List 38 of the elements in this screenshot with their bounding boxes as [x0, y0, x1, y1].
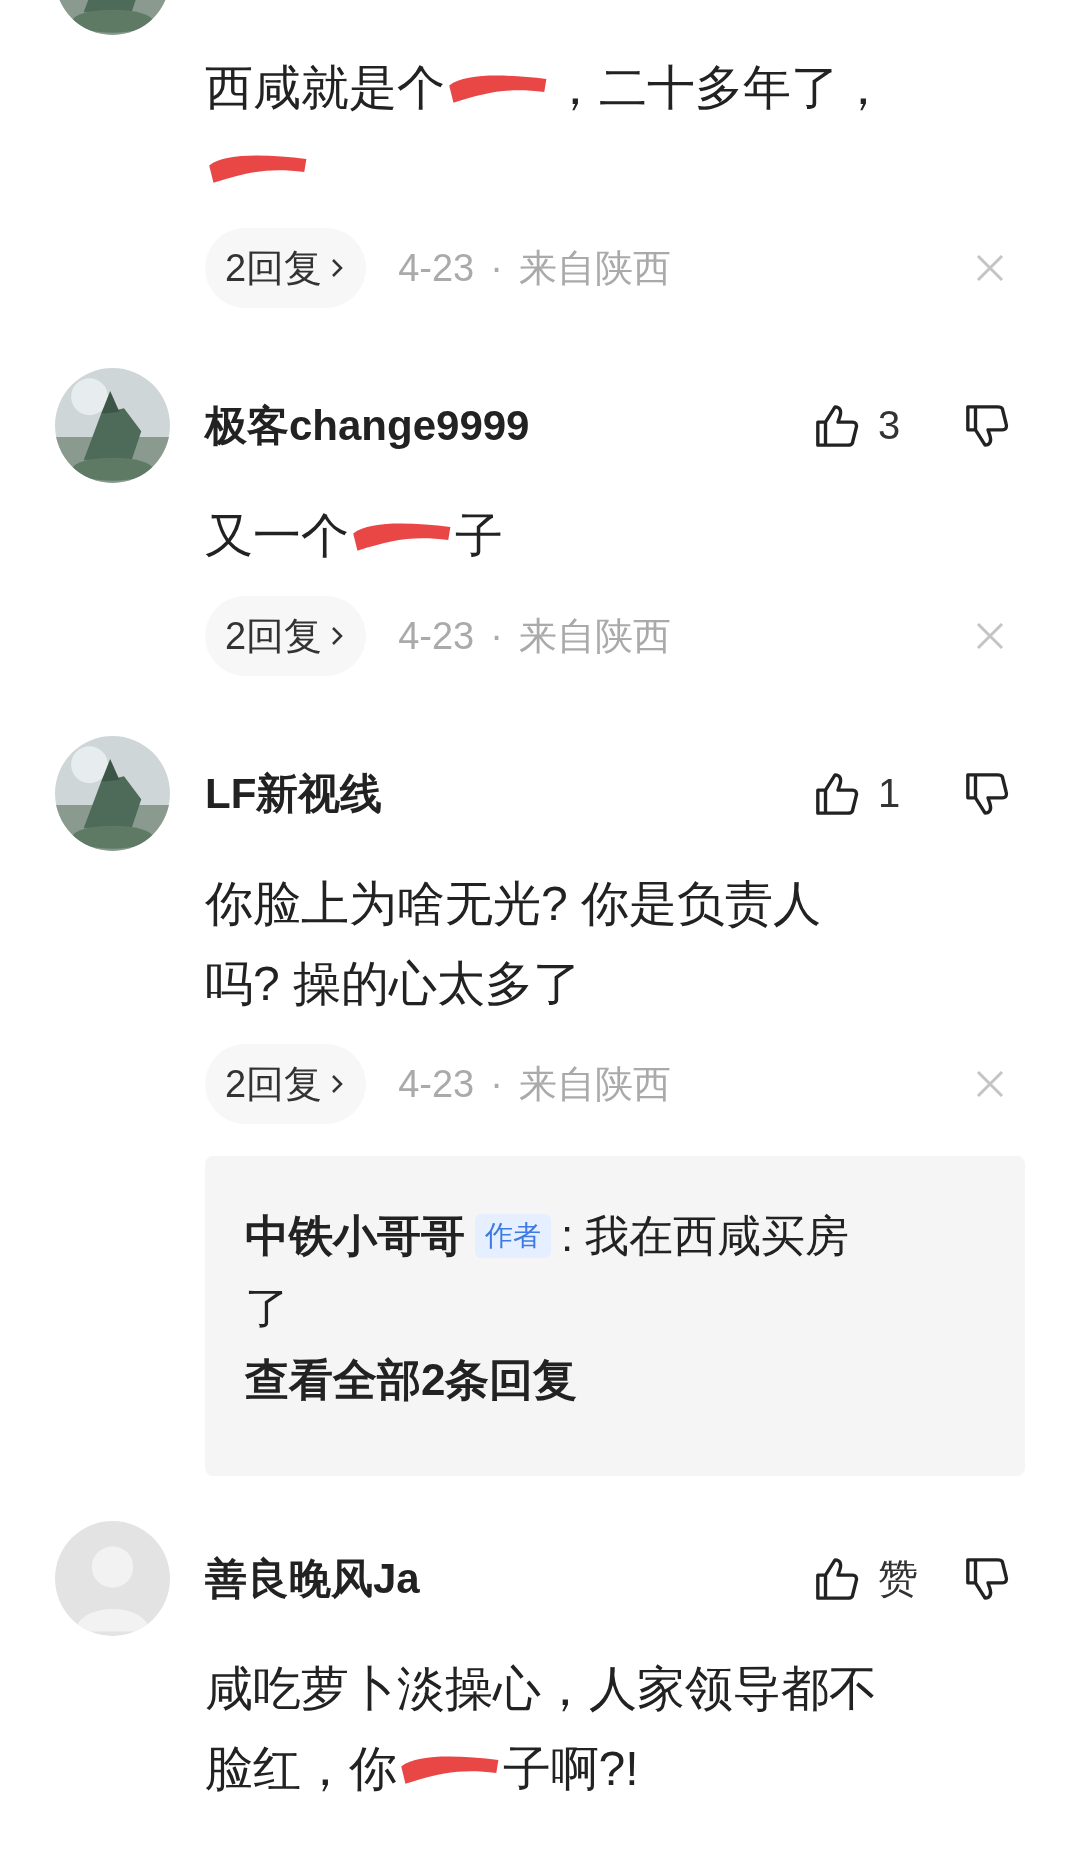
like-count: 1: [878, 771, 901, 816]
like-icon[interactable]: [814, 770, 860, 817]
like-count: 3: [878, 403, 901, 448]
author-badge: 作者: [475, 1214, 551, 1258]
comment-text: 脸红，你: [205, 1742, 397, 1795]
separator: ·: [490, 246, 503, 290]
username[interactable]: 善良晚风Ja: [205, 1550, 814, 1607]
replies-button[interactable]: 2回复: [205, 228, 367, 308]
like-icon[interactable]: [814, 1555, 860, 1602]
comment-location: 来自陕西: [518, 613, 671, 659]
comment-text: 子啊?!: [502, 1742, 639, 1795]
comment-location: 来自陕西: [518, 245, 671, 291]
reply-author[interactable]: 中铁小哥哥: [245, 1211, 465, 1260]
dislike-icon[interactable]: [964, 770, 1010, 817]
dislike-icon[interactable]: [964, 402, 1010, 449]
reply-text: 了: [245, 1282, 289, 1334]
comment-text: 咸吃萝卜淡操心，人家领导都不: [205, 1662, 877, 1715]
dislike-icon[interactable]: [964, 1555, 1010, 1602]
separator: ·: [490, 1062, 503, 1106]
username[interactable]: 极客change9999: [205, 397, 814, 454]
comment-text: 西咸就是个: [205, 61, 445, 114]
comment-text: 你脸上为啥无光? 你是负责人: [205, 877, 822, 930]
username[interactable]: LF新视线: [205, 765, 814, 822]
replies-button[interactable]: 2回复: [205, 1044, 367, 1124]
separator: ·: [490, 614, 503, 658]
replies-button[interactable]: 2回复: [205, 596, 367, 676]
comment-date: 4-23: [398, 614, 475, 658]
view-all-replies-link[interactable]: 查看全部2条回复: [245, 1344, 985, 1416]
comment-text: 子: [454, 509, 503, 562]
comment-date: 4-23: [398, 246, 475, 290]
comment-date: 4-23: [398, 1062, 475, 1106]
like-count: 赞: [878, 1555, 918, 1602]
comment-location: 来自陕西: [518, 1061, 671, 1107]
comment-text: 又一个: [205, 509, 349, 562]
reply-text: : 我在西咸买房: [561, 1211, 850, 1260]
like-icon[interactable]: [814, 402, 860, 449]
comment-text: ，二十多年了，: [550, 61, 887, 114]
comment-text: 吗? 操的心太多了: [205, 957, 582, 1010]
